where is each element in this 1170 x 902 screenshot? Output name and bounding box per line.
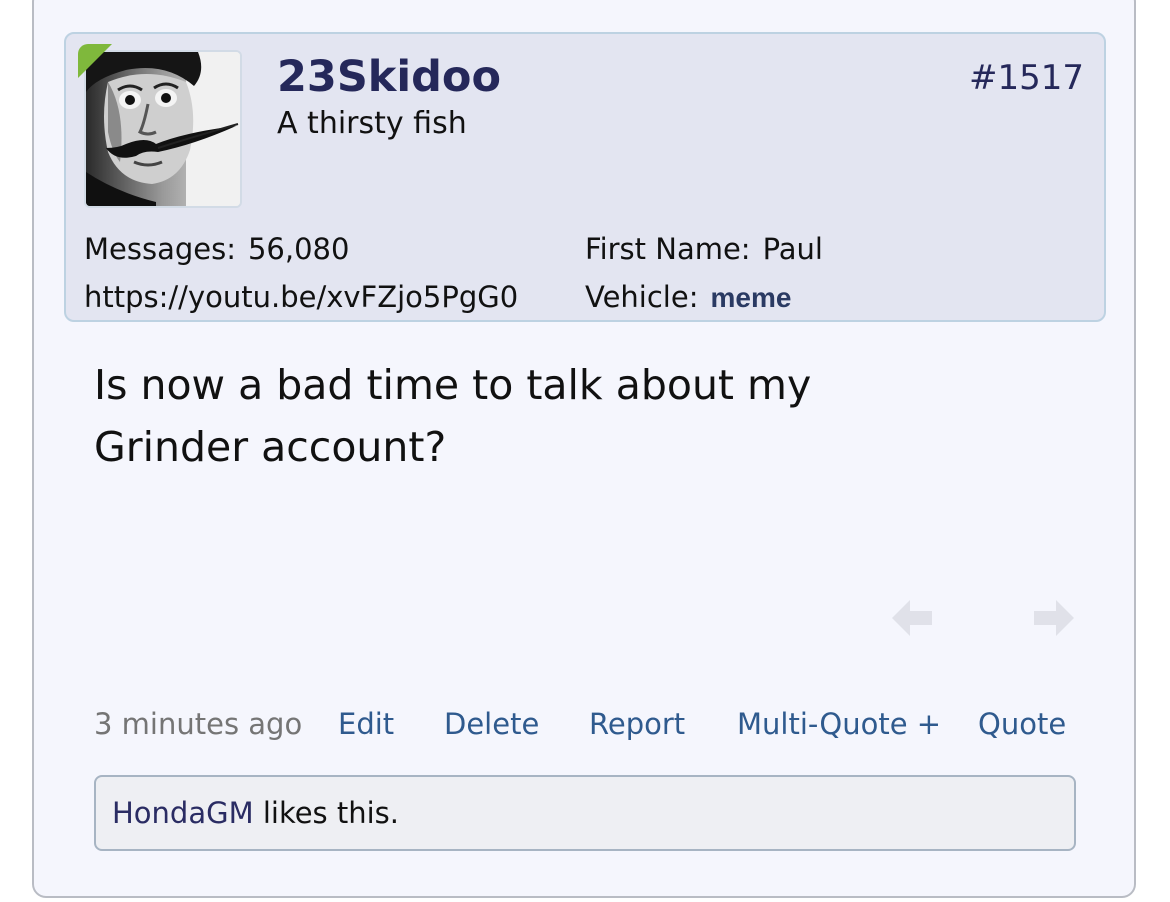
- first-name-value: Paul: [762, 232, 823, 266]
- post-number[interactable]: #1517: [969, 58, 1084, 98]
- liker-link[interactable]: HondaGM: [112, 796, 254, 830]
- website-value[interactable]: https://youtu.be/xvFZjo5PgG0: [84, 280, 518, 314]
- avatar[interactable]: [84, 50, 242, 208]
- vehicle-label: Vehicle:: [585, 280, 699, 314]
- quote-button[interactable]: Quote: [978, 704, 1066, 744]
- likes-suffix: likes this.: [253, 796, 400, 830]
- first-name-field: First Name: Paul: [585, 231, 823, 267]
- post-timestamp[interactable]: 3 minutes ago: [94, 704, 302, 744]
- website-field[interactable]: https://youtu.be/xvFZjo5PgG0: [84, 279, 518, 315]
- report-button[interactable]: Report: [589, 704, 685, 744]
- arrow-left-icon[interactable]: [890, 596, 934, 640]
- edit-button[interactable]: Edit: [338, 704, 394, 744]
- messages-stat: Messages: 56,080: [84, 231, 349, 267]
- first-name-label: First Name:: [585, 232, 751, 266]
- delete-button[interactable]: Delete: [444, 704, 539, 744]
- vehicle-field: Vehicle: meme: [585, 279, 791, 316]
- multi-quote-button[interactable]: Multi-Quote +: [737, 704, 941, 744]
- user-title: A thirsty fish: [277, 106, 467, 141]
- username[interactable]: 23Skidoo: [277, 50, 501, 104]
- arrow-right-icon[interactable]: [1032, 596, 1076, 640]
- messages-label: Messages:: [84, 232, 236, 266]
- likes-summary: HondaGM likes this.: [94, 775, 1076, 851]
- messages-value: 56,080: [247, 232, 350, 266]
- message-line: Grinder account?: [94, 423, 447, 471]
- avatar-image: [86, 52, 240, 206]
- post-message: Is now a bad time to talk about my Grind…: [94, 354, 994, 478]
- vehicle-value[interactable]: meme: [710, 282, 791, 313]
- message-line: Is now a bad time to talk about my: [94, 361, 812, 409]
